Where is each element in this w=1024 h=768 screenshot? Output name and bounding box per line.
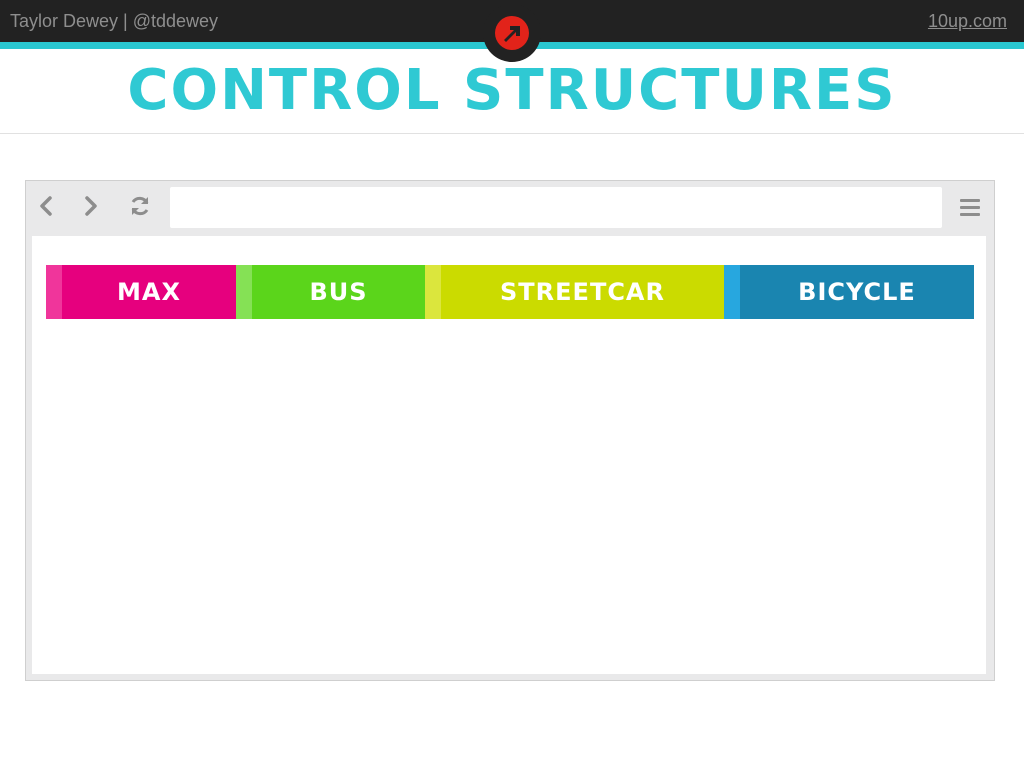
back-button[interactable] xyxy=(34,193,58,219)
browser-viewport: MAX BUS STREETCAR BICYCLE xyxy=(32,236,986,674)
tab-accent xyxy=(46,265,62,319)
tab-label: BUS xyxy=(309,278,368,306)
browser-window: MAX BUS STREETCAR BICYCLE xyxy=(25,180,995,681)
tab-max[interactable]: MAX xyxy=(46,265,236,319)
tab-streetcar[interactable]: STREETCAR xyxy=(425,265,724,319)
tab-label: BICYCLE xyxy=(798,278,916,306)
transit-tabs: MAX BUS STREETCAR BICYCLE xyxy=(46,265,974,319)
url-input[interactable] xyxy=(170,187,942,228)
reload-button[interactable] xyxy=(128,193,152,219)
tab-bus[interactable]: BUS xyxy=(236,265,425,319)
forward-button[interactable] xyxy=(79,193,103,219)
tab-bicycle[interactable]: BICYCLE xyxy=(724,265,974,319)
tab-accent xyxy=(236,265,252,319)
tab-accent xyxy=(724,265,740,319)
tab-accent xyxy=(425,265,441,319)
tab-label: STREETCAR xyxy=(500,278,665,306)
author-credit: Taylor Dewey | @tddewey xyxy=(10,11,219,31)
chevron-right-icon xyxy=(85,196,97,216)
tab-label: MAX xyxy=(117,278,181,306)
refresh-icon xyxy=(131,196,149,216)
page-title: CONTROL STRUCTURES xyxy=(127,58,897,123)
hamburger-menu-icon[interactable] xyxy=(958,197,982,219)
site-link[interactable]: 10up.com xyxy=(928,11,1007,31)
title-area: CONTROL STRUCTURES xyxy=(0,49,1024,134)
chevron-left-icon xyxy=(40,196,52,216)
